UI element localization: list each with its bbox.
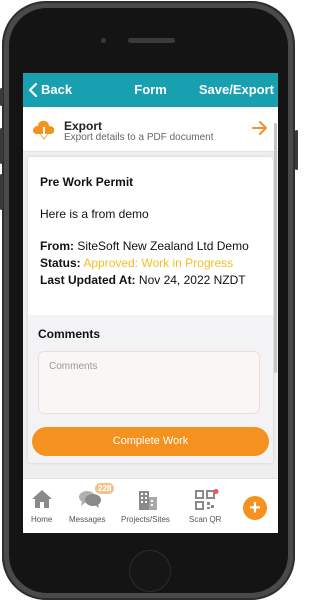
phone-side-button-left-1 <box>0 88 3 106</box>
top-app-bar: Back Form Save/Export <box>23 73 278 107</box>
phone-side-button-left-2 <box>0 128 3 164</box>
nav-messages-label: Messages <box>69 515 106 524</box>
comments-section: Comments Comments Complete Work <box>28 315 273 463</box>
export-subtitle: Export details to a PDF document <box>64 132 214 143</box>
export-title: Export <box>64 119 103 133</box>
back-label: Back <box>41 82 73 97</box>
plus-icon: + <box>249 497 261 519</box>
nav-home[interactable]: Home <box>27 479 57 533</box>
complete-work-button[interactable]: Complete Work <box>32 427 269 456</box>
earpiece-speaker <box>128 38 175 43</box>
save-export-button[interactable]: Save/Export <box>199 82 274 97</box>
app-screen: Back Form Save/Export Export Export deta… <box>23 73 278 533</box>
form-title: Pre Work Permit <box>40 175 134 189</box>
qr-code-icon <box>195 489 219 510</box>
nav-projects-label: Projects/Sites <box>121 515 170 524</box>
phone-side-button-right <box>295 130 298 170</box>
scrollbar[interactable] <box>274 123 277 373</box>
nav-projects-sites[interactable]: Projects/Sites <box>121 479 177 533</box>
updated-line: Last Updated At: Nov 24, 2022 NZDT <box>40 273 246 287</box>
from-label: From: <box>40 239 74 253</box>
front-camera <box>101 38 106 43</box>
chevron-left-icon <box>28 82 38 97</box>
comments-placeholder: Comments <box>49 361 98 372</box>
messages-badge: 228 <box>95 483 115 494</box>
arrow-right-icon <box>252 121 267 135</box>
status-value: Approved: Work in Progress <box>83 256 234 270</box>
bottom-nav: Home Messages 228 Projects/Sites Scan QR… <box>23 478 278 533</box>
comments-label: Comments <box>38 327 101 341</box>
cloud-download-icon <box>33 120 55 140</box>
form-card: Pre Work Permit Here is a from demo From… <box>28 157 273 463</box>
nav-scan-qr[interactable]: Scan QR <box>189 479 223 533</box>
home-icon <box>32 490 52 508</box>
updated-label: Last Updated At: <box>40 273 136 287</box>
from-line: From: SiteSoft New Zealand Ltd Demo <box>40 239 249 253</box>
form-description: Here is a from demo <box>40 207 149 221</box>
comments-input[interactable]: Comments <box>38 351 260 414</box>
updated-value: Nov 24, 2022 NZDT <box>138 273 246 287</box>
buildings-icon <box>139 491 157 510</box>
nav-home-label: Home <box>31 515 53 524</box>
back-button[interactable]: Back <box>28 82 72 97</box>
from-value: SiteSoft New Zealand Ltd Demo <box>77 239 249 253</box>
phone-side-button-left-3 <box>0 174 3 210</box>
status-line: Status: Approved: Work in Progress <box>40 256 233 270</box>
status-label: Status: <box>40 256 81 270</box>
add-button[interactable]: + <box>243 496 267 520</box>
nav-scan-label: Scan QR <box>189 515 222 524</box>
export-row[interactable]: Export Export details to a PDF document <box>23 107 278 152</box>
phone-home-button[interactable] <box>129 550 171 592</box>
